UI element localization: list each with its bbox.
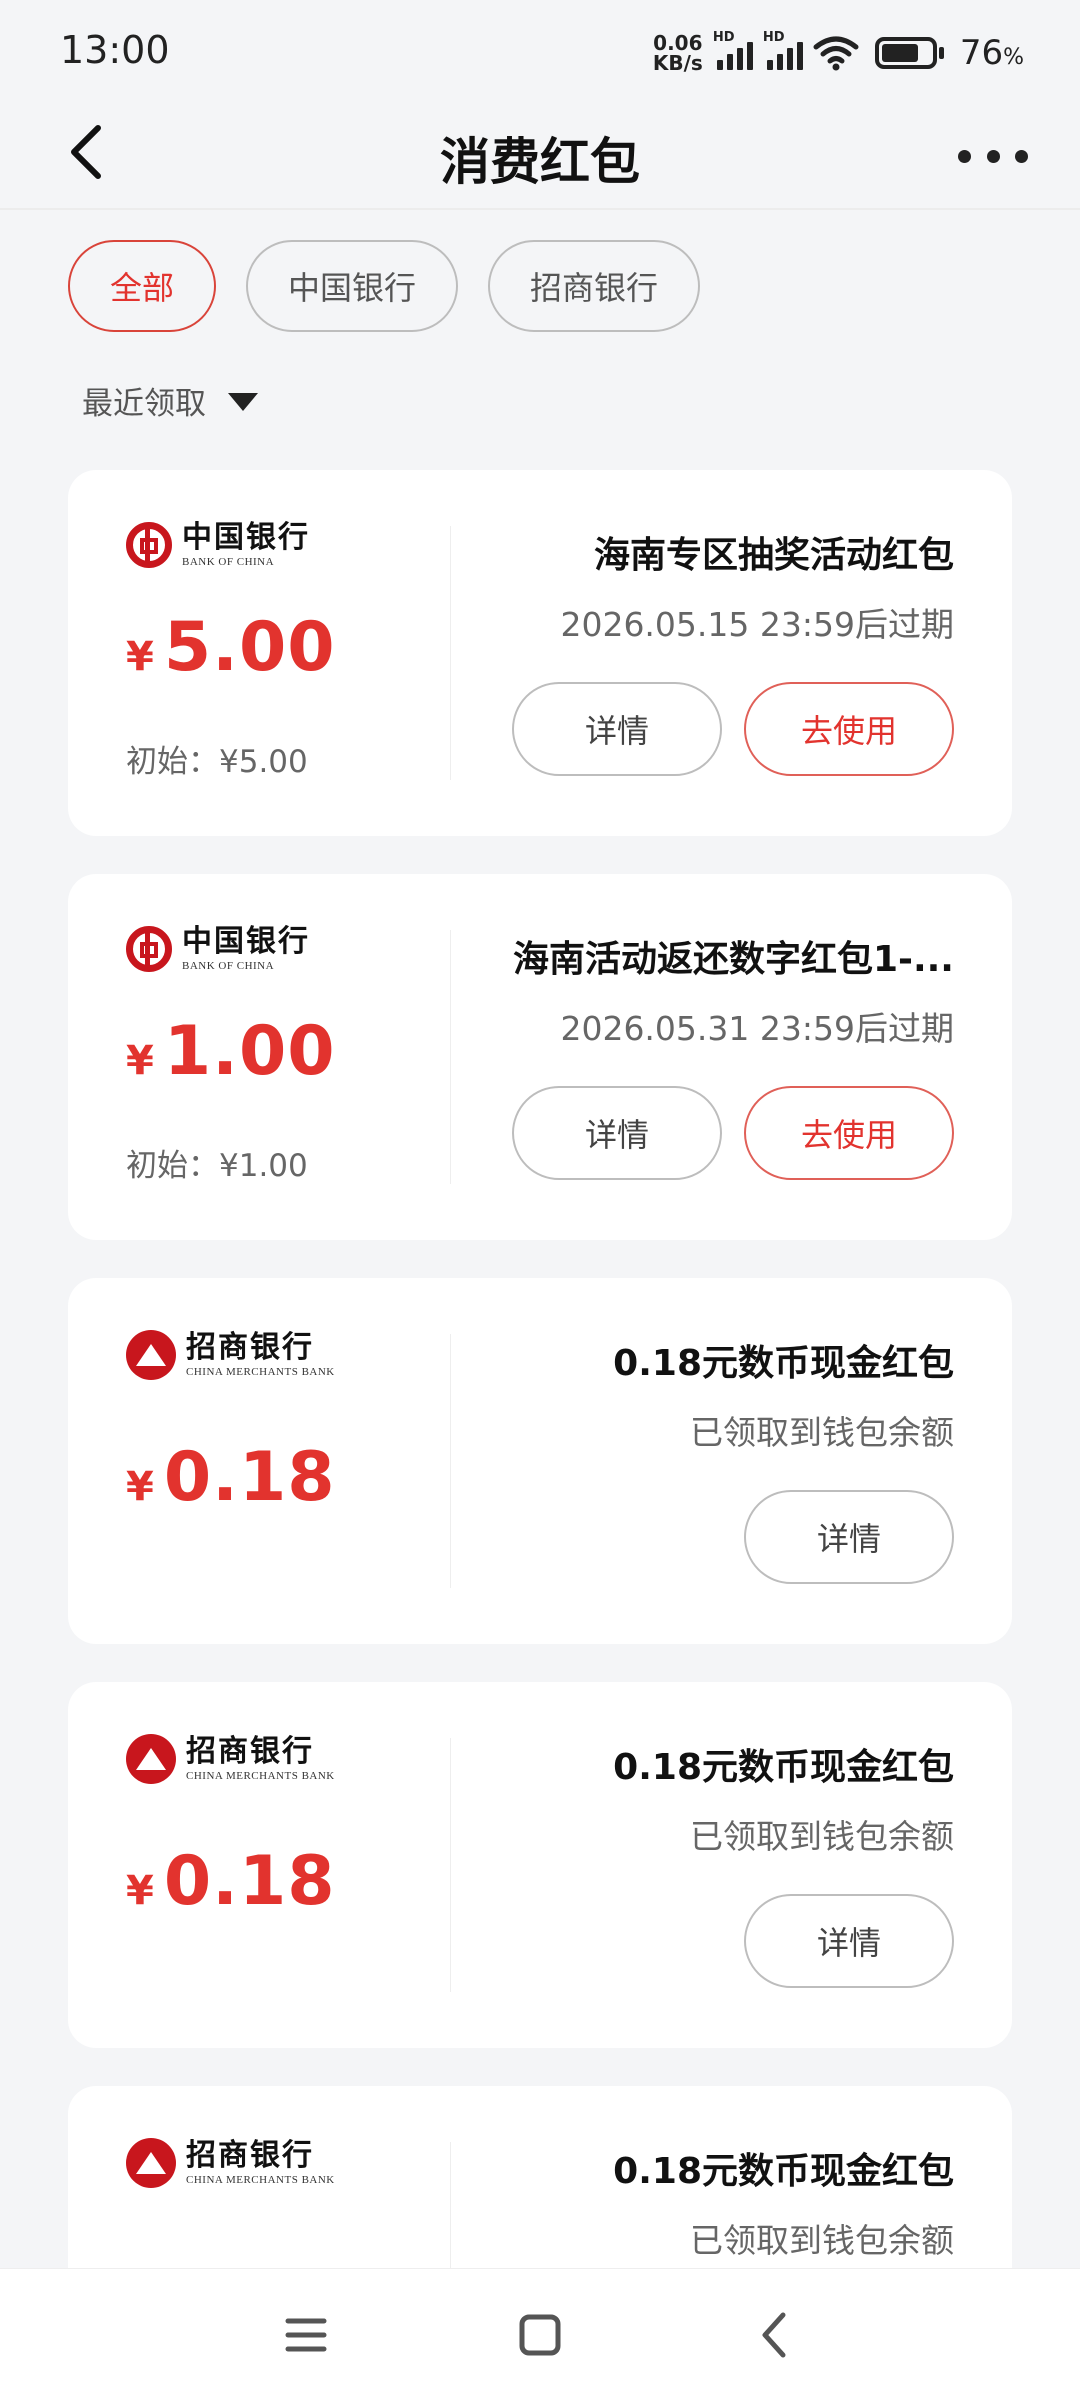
detail-button[interactable]: 详情 [744, 1490, 954, 1584]
bank-logo-cmb: 招商银行 CHINA MERCHANTS BANK [126, 1734, 335, 1784]
packet-status: 已领取到钱包余额 [690, 1817, 954, 1856]
bank-name-cn: 中国银行 [182, 519, 310, 555]
amount-value: 1.00 [163, 1012, 336, 1091]
battery-icon [874, 37, 944, 69]
currency-symbol: ¥ [126, 1464, 154, 1510]
back-arrow-icon [762, 2312, 786, 2358]
packet-title: 0.18元数币现金红包 [613, 1747, 954, 1788]
bank-name-en: CHINA MERCHANTS BANK [186, 1365, 335, 1378]
detail-button[interactable]: 详情 [512, 1086, 722, 1180]
system-back-button[interactable] [744, 2305, 804, 2365]
net-speed-unit: KB/s [652, 51, 703, 75]
cmb-logo-icon [126, 2138, 176, 2188]
sort-label: 最近领取 [82, 386, 206, 422]
page: 13:00 0.06 KB/s HD HD 76% 消费红包 全部 中国银行 招… [0, 0, 1080, 2400]
detail-button[interactable]: 详情 [744, 1894, 954, 1988]
use-button[interactable]: 去使用 [744, 682, 954, 776]
home-square-icon [519, 2314, 561, 2356]
cmb-logo-icon [126, 1330, 176, 1380]
bank-name-en: CHINA MERCHANTS BANK [186, 1769, 335, 1782]
menu-button[interactable] [276, 2305, 336, 2365]
wifi-icon [813, 36, 859, 71]
currency-symbol: ¥ [126, 1868, 154, 1914]
status-icons: 0.06 KB/s HD HD 76% [653, 28, 1024, 78]
boc-logo-icon [126, 522, 172, 568]
filter-chips: 全部 中国银行 招商银行 [68, 240, 701, 332]
bank-name-cn: 招商银行 [186, 2137, 314, 2173]
net-speed: 0.06 KB/s [653, 33, 703, 73]
packet-title: 海南专区抽奖活动红包 [593, 535, 954, 576]
sim2-label: HD [762, 30, 785, 45]
bank-logo-cmb: 招商银行 CHINA MERCHANTS BANK [126, 1330, 335, 1380]
bank-logo-boc: 中国银行 BANK OF CHINA [126, 522, 310, 568]
bank-name-en: CHINA MERCHANTS BANK [186, 2173, 335, 2186]
home-button[interactable] [510, 2305, 570, 2365]
filter-chip-all[interactable]: 全部 [68, 240, 217, 332]
red-packet-card: 中国银行 BANK OF CHINA ¥ 1.00 初始：¥1.00 海南活动返… [68, 874, 1012, 1240]
amount: ¥ 0.18 [126, 1438, 336, 1517]
packet-expiry: 2026.05.15 23:59后过期 [560, 605, 954, 644]
packet-expiry: 2026.05.31 23:59后过期 [560, 1009, 954, 1048]
amount: ¥ 5.00 [126, 608, 336, 687]
header: 消费红包 [0, 100, 1080, 210]
amount-value: 0.18 [163, 1842, 336, 1921]
initial-amount: 初始：¥5.00 [126, 744, 308, 780]
amount: ¥ 1.00 [126, 1012, 336, 1091]
currency-symbol: ¥ [126, 1038, 154, 1084]
amount-value: 0.18 [163, 1438, 336, 1517]
card-divider [450, 526, 451, 780]
bank-name-cn: 招商银行 [186, 1329, 314, 1365]
status-bar: 13:00 0.06 KB/s HD HD 76% [0, 0, 1080, 100]
red-packet-card: 中国银行 BANK OF CHINA ¥ 5.00 初始：¥5.00 海南专区抽… [68, 470, 1012, 836]
boc-logo-icon [126, 926, 172, 972]
net-speed-value: 0.06 [653, 31, 703, 55]
bank-name-cn: 中国银行 [182, 923, 310, 959]
bank-name-en: BANK OF CHINA [182, 959, 275, 972]
packet-title: 0.18元数币现金红包 [613, 2151, 954, 2192]
filter-chip-cmb[interactable]: 招商银行 [488, 240, 701, 332]
bank-name-cn: 招商银行 [186, 1733, 314, 1769]
sort-dropdown[interactable]: 最近领取 [82, 378, 258, 423]
card-divider [450, 1334, 451, 1588]
initial-amount: 初始：¥1.00 [126, 1148, 308, 1184]
amount: ¥ 0.18 [126, 1842, 336, 1921]
card-divider [450, 1738, 451, 1992]
detail-button[interactable]: 详情 [512, 682, 722, 776]
bank-logo-cmb: 招商银行 CHINA MERCHANTS BANK [126, 2138, 335, 2188]
battery-percent: 76% [959, 33, 1024, 73]
bank-logo-boc: 中国银行 BANK OF CHINA [126, 926, 310, 972]
red-packet-card: 招商银行 CHINA MERCHANTS BANK ¥ 0.18 0.18元数币… [68, 1682, 1012, 2048]
packet-status: 已领取到钱包余额 [690, 1413, 954, 1452]
triangle-down-icon [228, 392, 258, 411]
card-divider [450, 930, 451, 1184]
bank-name-en: BANK OF CHINA [182, 555, 275, 568]
packet-status: 已领取到钱包余额 [690, 2221, 954, 2260]
currency-symbol: ¥ [126, 634, 154, 680]
menu-icon [285, 2318, 327, 2352]
filter-chip-boc[interactable]: 中国银行 [246, 240, 459, 332]
packet-title: 海南活动返还数字红包1-... [512, 939, 954, 980]
red-packet-card: 招商银行 CHINA MERCHANTS BANK ¥ 0.18 0.18元数币… [68, 1278, 1012, 1644]
status-time: 13:00 [60, 28, 170, 72]
packet-title: 0.18元数币现金红包 [613, 1343, 954, 1384]
sim1-label: HD [712, 30, 735, 45]
more-button[interactable] [958, 136, 1028, 176]
cmb-logo-icon [126, 1734, 176, 1784]
signal-icon: HD [713, 30, 753, 70]
signal-icon-2: HD [763, 30, 803, 70]
more-dots-icon [958, 149, 971, 163]
system-nav-bar [0, 2268, 1080, 2400]
page-title: 消费红包 [440, 133, 640, 191]
amount-value: 5.00 [163, 608, 336, 687]
use-button[interactable]: 去使用 [744, 1086, 954, 1180]
